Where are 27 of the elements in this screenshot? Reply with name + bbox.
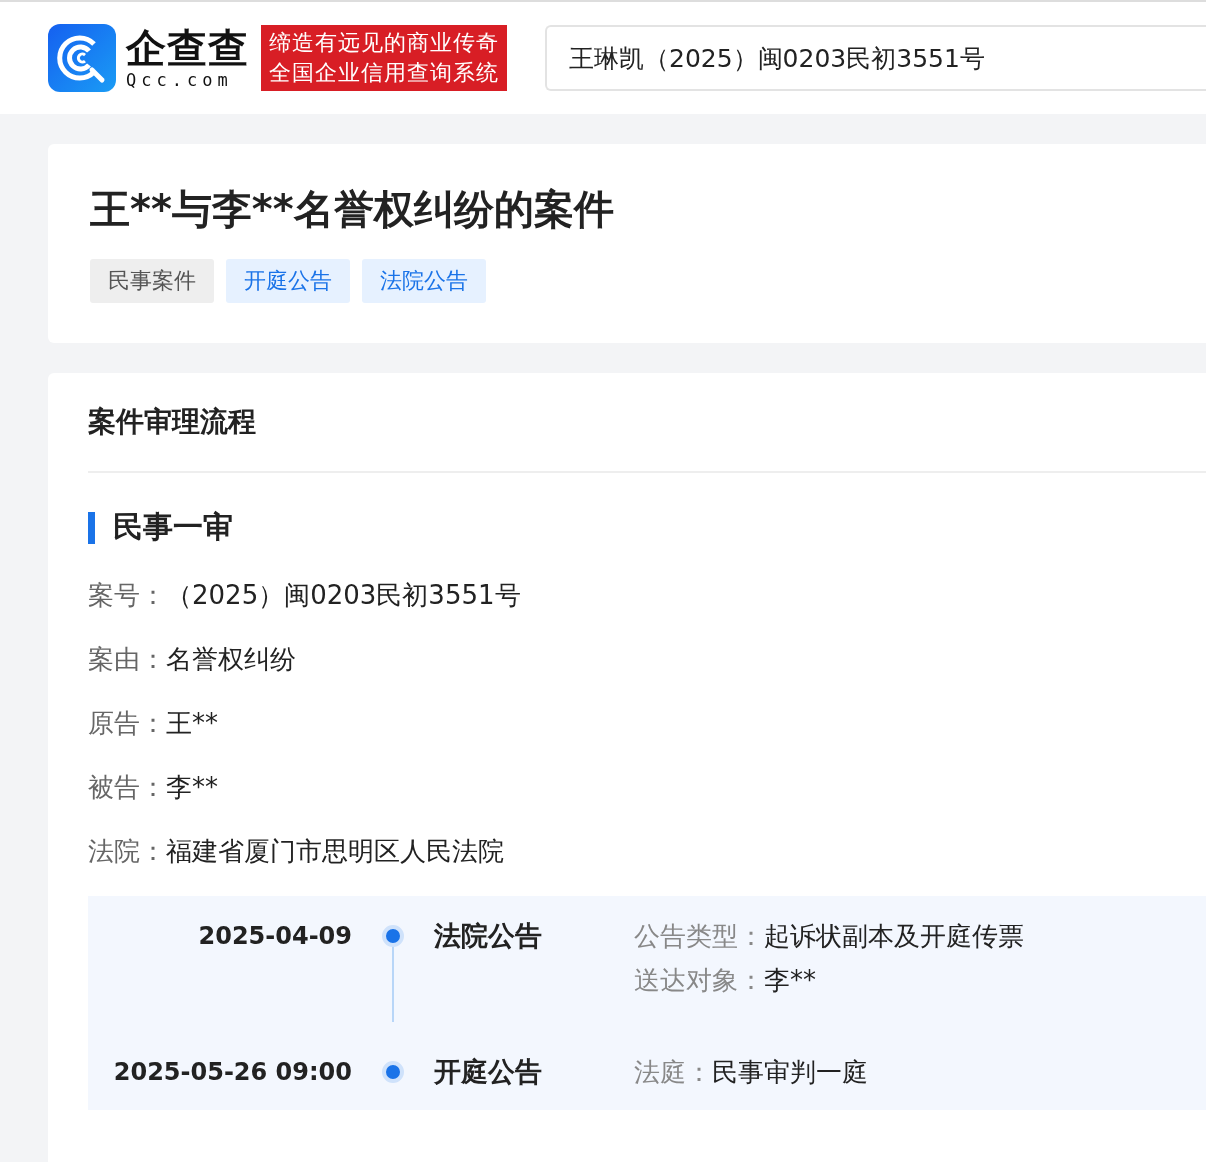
slogan-text: 缔造有远见的商业传奇 — [269, 29, 499, 57]
event-date: 2025-05-26 09:00 — [112, 1057, 352, 1088]
case-tag[interactable]: 开庭公告 — [226, 259, 350, 303]
case-field: 法院：福建省厦门市思明区人民法院 — [88, 834, 1206, 868]
brand-name: 企查查 — [126, 26, 249, 70]
event-detail: 送达对象：李** — [634, 964, 817, 997]
case-field: 原告：王** — [88, 706, 1206, 740]
event-title: 法院公告 — [434, 919, 543, 953]
timeline-dot — [382, 925, 404, 947]
event-date: 2025-04-09 — [197, 921, 352, 952]
slogan-text: 全国企业信用查询系统 — [269, 59, 499, 87]
case-tag[interactable]: 法院公告 — [362, 259, 486, 303]
case-field: 被告：李** — [88, 770, 1206, 804]
event-detail: 法庭：民事审判一庭 — [634, 1056, 869, 1089]
case-title: 王**与李**名誉权纠纷的案件 — [90, 185, 615, 234]
case-field: 案号：（2025）闽0203民初3551号 — [88, 578, 1206, 612]
event-title: 开庭公告 — [434, 1055, 543, 1089]
section-heading: 案件审理流程 — [88, 373, 1206, 473]
search-field[interactable]: 王琳凯（2025）闽0203民初3551号 — [545, 25, 1206, 91]
brand-domain: Qcc.com — [126, 70, 233, 90]
timeline-dot — [382, 1061, 404, 1083]
case-tag: 民事案件 — [90, 259, 214, 303]
stage-title: 民事一审 — [113, 508, 233, 546]
accent-bar — [88, 511, 95, 544]
logo-icon — [48, 24, 116, 92]
case-field: 案由：名誉权纠纷 — [88, 642, 1206, 676]
event-detail: 公告类型：起诉状副本及开庭传票 — [634, 920, 1025, 953]
